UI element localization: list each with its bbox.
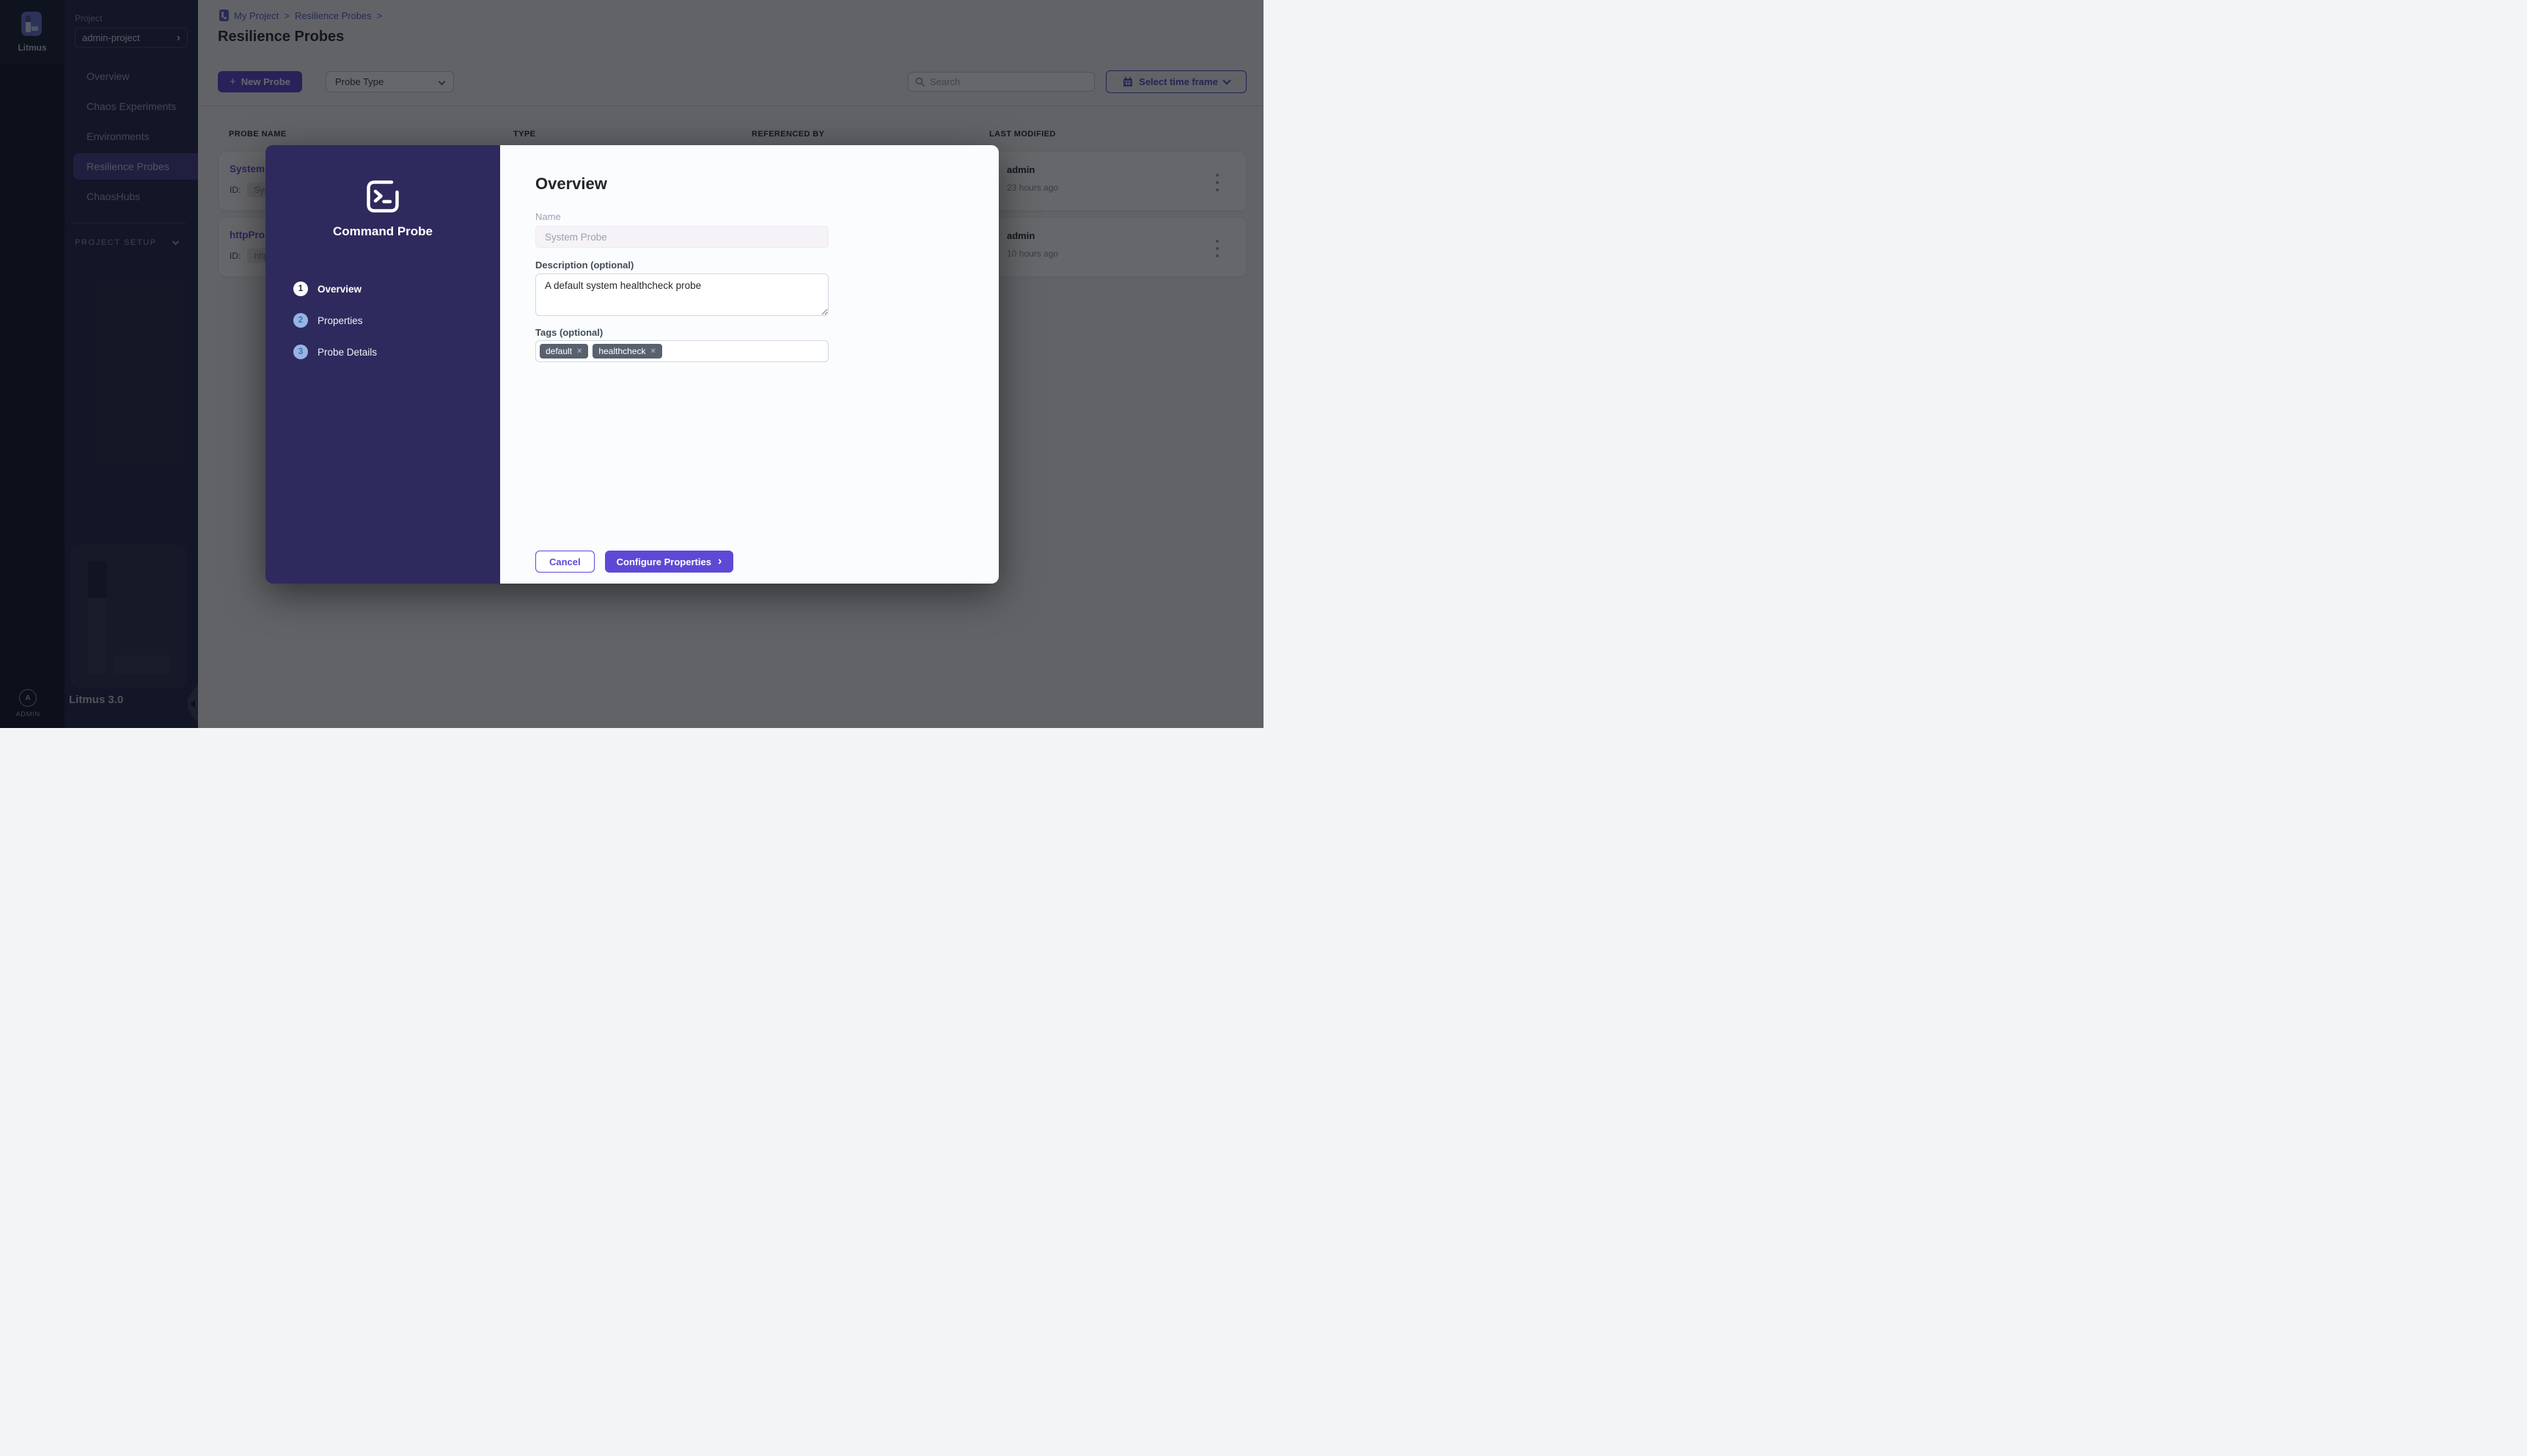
tag-chip: healthcheck ✕ xyxy=(593,344,662,359)
modal-actions: Cancel Configure Properties › xyxy=(535,551,734,573)
configure-properties-button[interactable]: Configure Properties › xyxy=(604,551,734,573)
tags-field[interactable]: default ✕ healthcheck ✕ xyxy=(535,340,829,362)
wizard-title: Command Probe xyxy=(332,224,433,238)
tag-text: healthcheck xyxy=(598,346,646,356)
step-label: Overview xyxy=(318,283,362,295)
step-number: 1 xyxy=(293,282,308,296)
close-icon[interactable]: ✕ xyxy=(576,348,582,356)
create-probe-modal: Command Probe 1 Overview 2 Properties 3 … xyxy=(265,145,999,584)
form-heading: Overview xyxy=(535,174,607,193)
step-number: 2 xyxy=(293,313,308,328)
name-label: Name xyxy=(535,211,561,222)
tags-input[interactable] xyxy=(666,345,824,357)
description-field[interactable]: A default system healthcheck probe xyxy=(535,273,829,316)
wizard-panel: Command Probe 1 Overview 2 Properties 3 … xyxy=(265,145,500,584)
step-label: Properties xyxy=(318,315,363,326)
overview-form: Overview Name Description (optional) A d… xyxy=(500,145,999,584)
close-icon[interactable]: ✕ xyxy=(650,348,656,356)
tags-label: Tags (optional) xyxy=(535,327,604,338)
step-overview[interactable]: 1 Overview xyxy=(293,282,362,296)
tag-text: default xyxy=(546,346,573,356)
step-properties[interactable]: 2 Properties xyxy=(293,313,363,328)
tag-chip: default ✕ xyxy=(540,344,589,359)
step-label: Probe Details xyxy=(318,346,378,358)
step-number: 3 xyxy=(293,345,308,359)
terminal-icon xyxy=(367,180,399,213)
description-label: Description (optional) xyxy=(535,260,634,271)
chevron-right-icon: › xyxy=(717,554,722,567)
configure-properties-label: Configure Properties xyxy=(616,556,711,567)
cancel-button[interactable]: Cancel xyxy=(535,551,595,573)
step-probe-details[interactable]: 3 Probe Details xyxy=(293,345,377,359)
name-field[interactable] xyxy=(535,226,829,248)
